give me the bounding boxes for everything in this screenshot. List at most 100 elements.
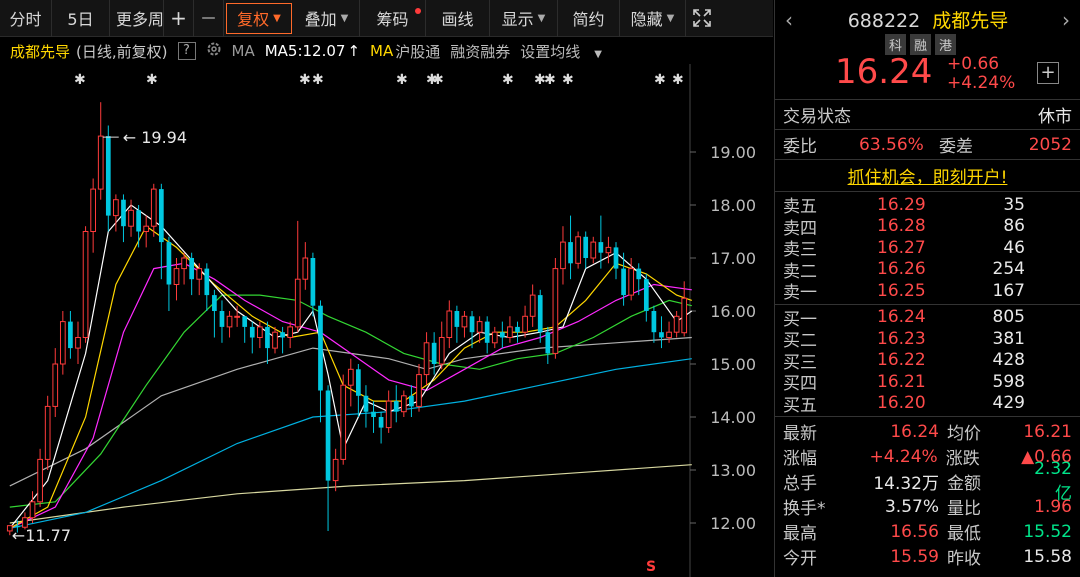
candle-body-up <box>44 405 51 460</box>
rzrq-link[interactable]: 融资融券 <box>450 41 510 62</box>
set-ma-dropdown[interactable]: 设置均线 ▼ <box>520 41 612 62</box>
candle-body-up <box>29 501 36 519</box>
candle-body-down <box>643 279 649 311</box>
last-price: 16.24 <box>835 52 933 92</box>
candle-body-up <box>529 294 536 317</box>
bid-row[interactable]: 买一 16.24 805 <box>775 307 1080 330</box>
ask-row[interactable]: 卖四 16.28 86 <box>775 216 1080 239</box>
candle-body-down <box>105 136 111 216</box>
candle-body-down <box>568 242 573 264</box>
candle-body-up <box>400 395 407 413</box>
stat-label: 最高 <box>783 524 817 544</box>
candle-body-down <box>242 316 248 327</box>
stat-value: 15.58 <box>1023 546 1072 567</box>
zoom-in-icon: + <box>170 6 187 30</box>
price-change-block: +0.66 +4.24% <box>947 55 1015 93</box>
y-tick-label: 14.00 <box>710 408 756 427</box>
weibi-label: 委比 <box>783 137 817 157</box>
bid-row[interactable]: 买四 16.21 598 <box>775 371 1080 395</box>
ma10-label: MA <box>370 42 394 60</box>
stat-label: 均价 <box>947 424 981 444</box>
set-ma-label: 设置均线 <box>520 42 581 61</box>
bid-label: 买五 <box>783 395 817 416</box>
candle-body-up <box>272 331 278 349</box>
zoom-out-icon: — <box>201 10 216 26</box>
tag-hk-connect: 港 <box>935 34 957 55</box>
y-tick-label: 17.00 <box>710 249 756 268</box>
trade-status-label: 交易状态 <box>783 107 851 127</box>
stat-label: 涨跌 <box>945 449 980 469</box>
candle-body-down <box>598 242 604 253</box>
candle-body-up <box>181 257 187 270</box>
trade-status-row: 交易状态 休市 <box>775 100 1080 130</box>
candle-body-up <box>446 310 453 338</box>
candle-body-up <box>605 246 612 254</box>
candle-body-down <box>431 342 437 364</box>
chips-label: 筹码 <box>376 10 409 29</box>
add-watchlist-button[interactable]: + <box>1037 62 1059 84</box>
bid-row[interactable]: 买三 16.22 428 <box>775 350 1080 373</box>
promo-link[interactable]: 抓住机会，即刻开户! <box>848 163 1008 188</box>
ask-row[interactable]: 卖一 16.25 167 <box>775 280 1080 304</box>
expand-icon <box>693 9 711 27</box>
help-icon[interactable]: ? <box>177 42 196 60</box>
candle-body-down <box>659 332 664 338</box>
kline-chart[interactable]: 19.00 18.00 17.00 16.00 15.00 14.00 13.00 12.00… <box>0 64 773 577</box>
candle-body-down <box>166 242 172 285</box>
high-price-label: ← 19.94 <box>123 128 187 147</box>
gear-icon[interactable] <box>206 41 222 61</box>
zoom-in-button[interactable]: + <box>164 0 194 37</box>
stat-label: 最低 <box>947 524 981 544</box>
candle-body-down <box>318 305 323 391</box>
quote-panel: ‹ › 688222 成都先导 科 融 港 16.24 +0.66 +4.24%… <box>774 0 1080 577</box>
display-dropdown[interactable]: 显示 ▼ <box>490 0 558 37</box>
candle-body-down <box>363 395 369 412</box>
bid-row[interactable]: 买二 16.23 381 <box>775 328 1080 352</box>
stock-code: 688222 <box>847 10 921 32</box>
candle-body-down <box>537 295 543 333</box>
candle-body-down <box>219 311 225 327</box>
weicha-label: 委差 <box>939 137 973 157</box>
adjust-dropdown[interactable]: 复权 ▼ <box>226 2 292 34</box>
bid-book: 买一 16.24 805 买二 16.23 381 买三 16.22 428 买四 16.21 598… <box>775 305 1080 417</box>
stat-value: 14.32万 <box>873 474 939 494</box>
expand-button[interactable] <box>686 0 718 37</box>
bid-price: 16.21 <box>877 371 926 392</box>
tab-intraday[interactable]: 分时 <box>0 0 52 37</box>
candle-body-down <box>409 395 414 407</box>
candle-body-down <box>651 311 657 333</box>
notification-dot <box>415 7 421 14</box>
overlay-dropdown[interactable]: 叠加 ▼ <box>294 0 360 37</box>
chips-button[interactable]: 筹码 <box>360 0 426 37</box>
tab-5day[interactable]: 5日 <box>52 0 110 37</box>
caret-down-icon: ▼ <box>340 12 349 24</box>
display-label: 显示 <box>501 10 534 29</box>
toolbar: 分时 5日 更多周 + — 复权 ▼ 叠加 ▼ 筹码 画线 显示 ▼ 简约 隐藏 ▼ <box>0 0 773 37</box>
ask-row[interactable]: 卖三 16.27 46 <box>775 237 1080 261</box>
hide-dropdown[interactable]: 隐藏 ▼ <box>620 0 686 37</box>
event-marker-icon: ✱ <box>312 72 324 88</box>
tab-more-periods[interactable]: 更多周 <box>110 0 164 37</box>
candle-body-up <box>37 458 43 503</box>
ma-label[interactable]: MA <box>232 42 255 60</box>
ask-row[interactable]: 卖二 16.26 254 <box>775 259 1080 282</box>
candle-body-up <box>332 458 339 482</box>
ask-price: 16.27 <box>877 237 926 258</box>
candle-body-down <box>212 295 217 311</box>
stock-title: 成都先导 <box>932 10 1009 32</box>
ma5-value: MA5:12.07 <box>264 42 346 60</box>
candle-body-up <box>347 368 354 386</box>
zoom-out-button[interactable]: — <box>194 0 224 37</box>
draw-button[interactable]: 画线 <box>426 0 490 37</box>
candle-body-down <box>545 332 551 354</box>
kline-chart-svg[interactable]: 19.00 18.00 17.00 16.00 15.00 14.00 13.00 12.00… <box>0 64 773 577</box>
candle-body-up <box>90 188 96 232</box>
candle-body-up <box>234 315 240 318</box>
hgt-link[interactable]: 沪股通 <box>395 41 440 62</box>
simple-button[interactable]: 简约 <box>558 0 620 37</box>
ask-price: 16.29 <box>877 194 926 215</box>
ask-row[interactable]: 卖五 16.29 35 <box>775 194 1080 218</box>
candle-body-up <box>438 337 445 365</box>
bid-row[interactable]: 买五 16.20 429 <box>775 393 1080 416</box>
tab-more-periods-label: 更多周 <box>116 10 164 29</box>
